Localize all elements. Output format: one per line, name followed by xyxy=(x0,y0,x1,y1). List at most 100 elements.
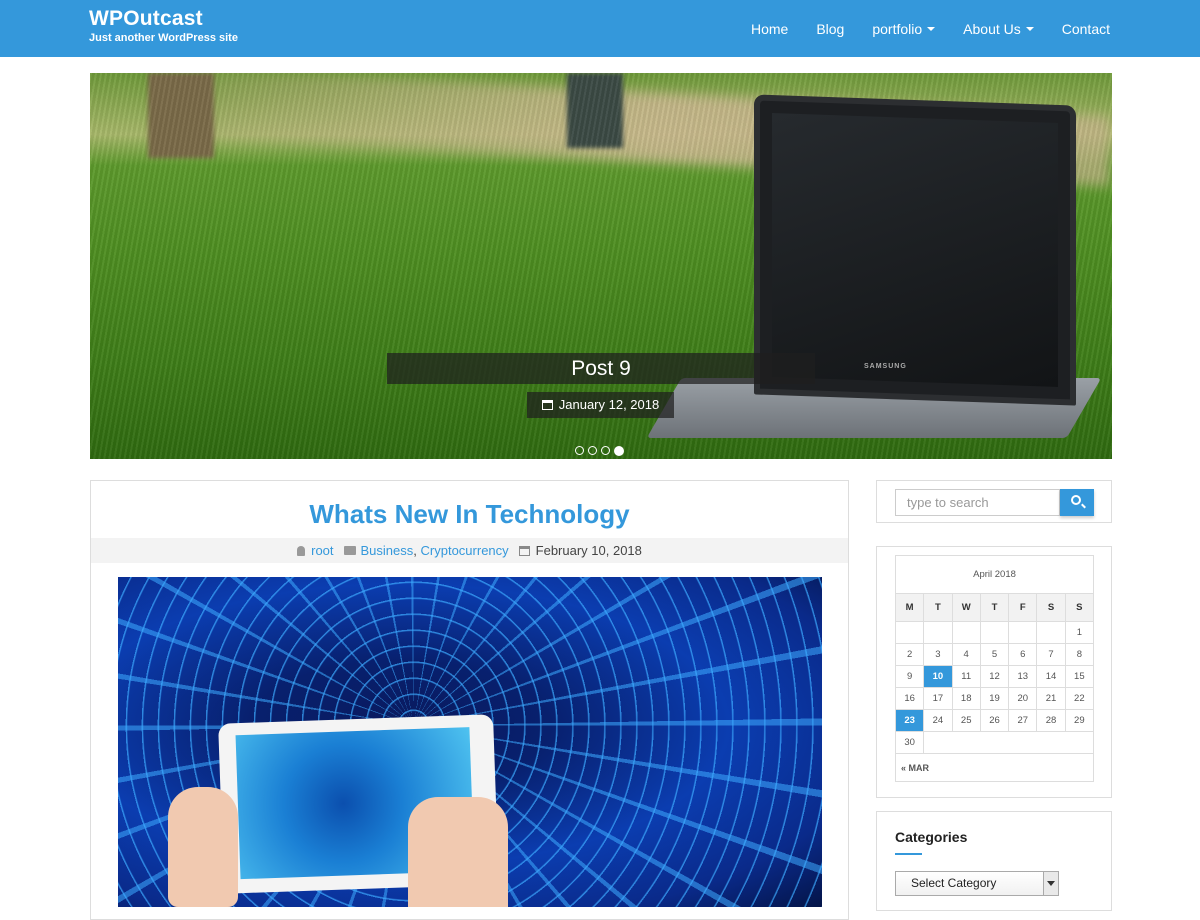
nav-label: About Us xyxy=(963,20,1021,37)
calendar-day xyxy=(894,621,925,644)
post-date: February 10, 2018 xyxy=(535,543,642,558)
post-category-link[interactable]: Cryptocurrency xyxy=(421,543,509,558)
site-title[interactable]: WPOutcast xyxy=(89,7,238,31)
calendar-day: 3 xyxy=(923,643,953,666)
title-underline xyxy=(895,853,922,855)
search-input[interactable]: type to search xyxy=(895,489,1060,516)
calendar-day: 19 xyxy=(979,687,1010,710)
calendar-day xyxy=(979,621,1010,644)
calendar-day: 7 xyxy=(1036,643,1066,666)
search-icon xyxy=(1071,495,1081,505)
calendar-day xyxy=(951,621,981,644)
calendar-week: 1 xyxy=(894,621,1095,644)
calendar-day: 2 xyxy=(894,643,925,666)
calendar-week: 2 3 4 5 6 7 8 xyxy=(894,643,1095,666)
calendar-icon xyxy=(541,400,553,410)
calendar-table: April 2018 M T W T F S S 1 2 3 4 5 6 7 8 xyxy=(894,555,1095,782)
calendar-day: 28 xyxy=(1036,709,1066,732)
nav-item-about-us[interactable]: About Us xyxy=(963,21,1034,37)
calendar-day xyxy=(1036,621,1066,644)
nav-item-contact[interactable]: Contact xyxy=(1062,21,1110,37)
post-author-link[interactable]: root xyxy=(311,543,333,558)
calendar-icon xyxy=(518,545,530,556)
post-card: Whats New In Technology root Business, C… xyxy=(90,480,849,920)
calendar-day: 22 xyxy=(1064,687,1095,710)
caret-down-icon xyxy=(1025,26,1034,31)
calendar-empty xyxy=(923,731,1094,754)
categories-title: Categories xyxy=(895,829,968,845)
weekday-label: S xyxy=(1064,593,1095,622)
calendar-day xyxy=(923,621,953,644)
weekday-label: T xyxy=(923,593,953,622)
calendar-day: 9 xyxy=(894,665,925,688)
calendar-week: 30 xyxy=(894,731,1094,754)
calendar-day: 25 xyxy=(951,709,981,732)
calendar-day: 16 xyxy=(894,687,925,710)
calendar-nav: « MAR xyxy=(895,753,1094,782)
calendar-day: 27 xyxy=(1008,709,1038,732)
nav-item-blog[interactable]: Blog xyxy=(816,21,844,37)
nav-item-home[interactable]: Home xyxy=(751,21,788,37)
calendar-day-link[interactable]: 10 xyxy=(923,665,953,688)
calendar-day: 20 xyxy=(1008,687,1038,710)
calendar-day: 4 xyxy=(951,643,981,666)
calendar-weekdays: M T W T F S S xyxy=(894,593,1095,622)
chevron-down-icon xyxy=(1043,872,1058,895)
post-title[interactable]: Whats New In Technology xyxy=(91,499,848,530)
slide-date-text: January 12, 2018 xyxy=(558,397,660,412)
calendar-prev-month-link[interactable]: « MAR xyxy=(895,753,1094,782)
nav-label: Home xyxy=(750,20,789,37)
category-separator: , xyxy=(413,543,417,558)
weekday-label: S xyxy=(1036,593,1066,622)
weekday-label: W xyxy=(951,593,981,622)
slide-date: January 12, 2018 xyxy=(527,392,674,418)
image-left-hand xyxy=(168,787,238,907)
calendar-widget: April 2018 M T W T F S S 1 2 3 4 5 6 7 8 xyxy=(876,546,1112,798)
calendar-day: 12 xyxy=(979,665,1010,688)
calendar-day: 1 xyxy=(1064,621,1095,644)
slider-dot-3[interactable] xyxy=(601,446,610,455)
laptop-brand-logo: SAMSUNG xyxy=(864,363,907,370)
calendar-day: 17 xyxy=(923,687,953,710)
calendar-day: 29 xyxy=(1064,709,1095,732)
calendar-day-link[interactable]: 23 xyxy=(894,709,925,732)
slide-caption-title[interactable]: Post 9 xyxy=(387,353,815,384)
image-right-hand xyxy=(408,797,508,907)
calendar-day: 6 xyxy=(1008,643,1038,666)
site-branding[interactable]: WPOutcast Just another WordPress site xyxy=(89,7,238,45)
weekday-label: T xyxy=(979,593,1010,622)
user-icon xyxy=(297,545,306,556)
nav-label: Contact xyxy=(1061,20,1110,37)
calendar-day: 14 xyxy=(1036,665,1066,688)
calendar-day: 24 xyxy=(923,709,953,732)
calendar-day: 18 xyxy=(951,687,981,710)
post-featured-image[interactable] xyxy=(118,577,822,907)
calendar-day: 15 xyxy=(1064,665,1095,688)
categories-widget: Categories Select Category xyxy=(876,811,1112,911)
calendar-day: 13 xyxy=(1008,665,1038,688)
nav-item-portfolio[interactable]: portfolio xyxy=(872,20,936,37)
slider-dot-2[interactable] xyxy=(588,446,597,455)
weekday-label: M xyxy=(894,593,925,622)
calendar-week: 16 17 18 19 20 21 22 xyxy=(894,687,1095,710)
category-select-value: Select Category xyxy=(911,876,997,890)
post-category-link[interactable]: Business xyxy=(361,543,414,558)
calendar-day: 21 xyxy=(1036,687,1066,710)
search-widget: type to search xyxy=(876,480,1112,523)
calendar-day: 11 xyxy=(951,665,981,688)
slider-dot-1[interactable] xyxy=(575,446,584,455)
category-select[interactable]: Select Category xyxy=(895,871,1059,896)
featured-slider[interactable]: SAMSUNG Post 9 January 12, 2018 xyxy=(90,73,1112,459)
calendar-day: 8 xyxy=(1064,643,1095,666)
slider-pagination xyxy=(575,446,628,456)
calendar-day: 5 xyxy=(979,643,1010,666)
nav-label: Blog xyxy=(816,20,845,37)
site-tagline: Just another WordPress site xyxy=(89,32,238,44)
post-meta: root Business, Cryptocurrency February 1… xyxy=(91,538,848,563)
main-nav: Home Blog portfolio About Us Contact xyxy=(723,0,1110,57)
calendar-day: 30 xyxy=(894,731,925,754)
weekday-label: F xyxy=(1008,593,1038,622)
nav-label: portfolio xyxy=(872,20,923,37)
search-button[interactable] xyxy=(1060,489,1094,516)
slider-dot-4[interactable] xyxy=(614,446,624,456)
